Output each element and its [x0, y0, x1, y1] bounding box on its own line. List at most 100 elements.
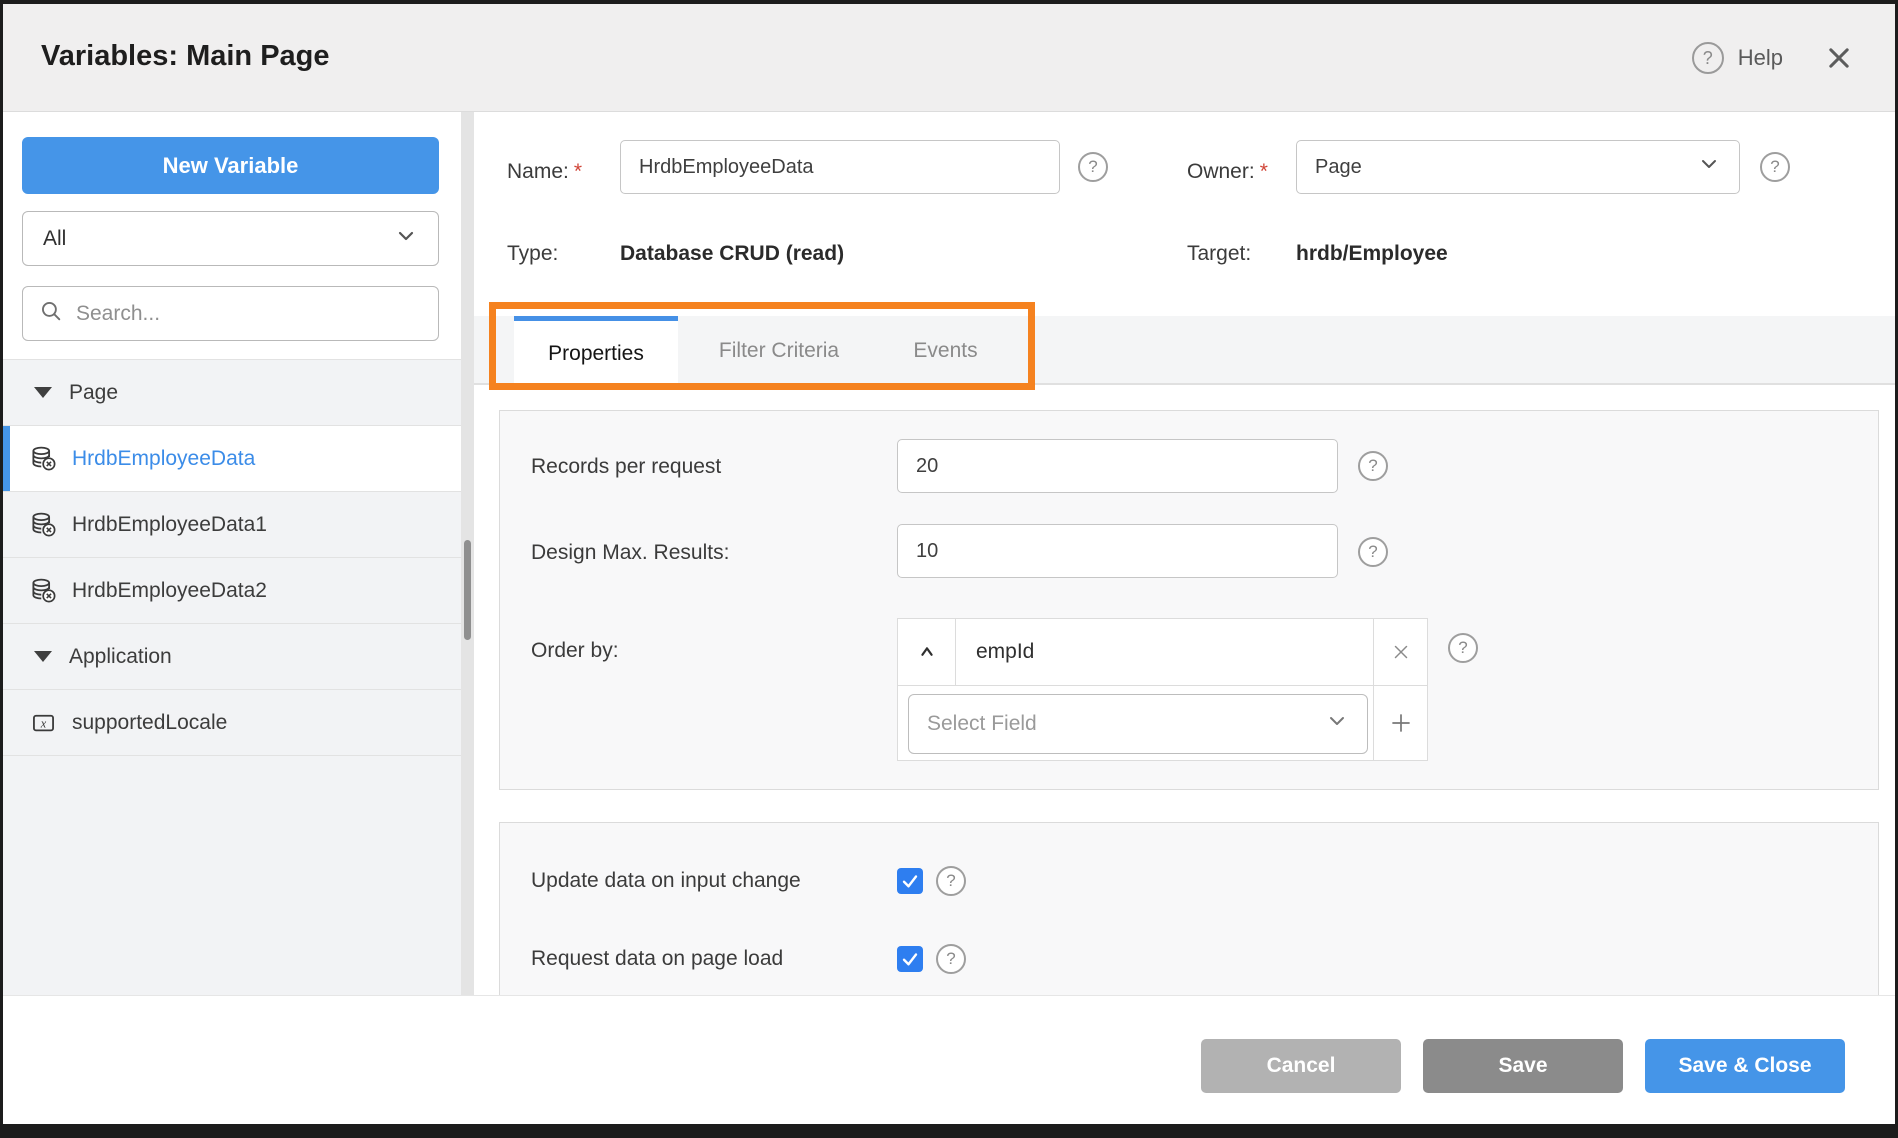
records-help-icon[interactable]: ?	[1358, 451, 1388, 481]
owner-label: Owner:*	[1187, 160, 1268, 184]
design-max-results-label: Design Max. Results:	[531, 541, 729, 565]
sidebar-scrollbar[interactable]	[461, 112, 474, 995]
variable-detail-panel: Name:* ? Owner:* Page ? Type: Database C…	[474, 112, 1895, 995]
tab-events[interactable]: Events	[900, 316, 991, 385]
database-crud-variable-icon	[30, 445, 57, 472]
question-glyph: ?	[1770, 157, 1779, 177]
variables-sidebar: New Variable All Page	[3, 112, 461, 995]
target-label: Target:	[1187, 242, 1251, 266]
design-max-help-icon[interactable]: ?	[1358, 537, 1388, 567]
records-per-request-label: Records per request	[531, 455, 721, 479]
question-glyph: ?	[946, 871, 955, 891]
name-help-icon[interactable]: ?	[1078, 152, 1108, 182]
sort-direction-toggle[interactable]	[898, 619, 956, 685]
request-data-label: Request data on page load	[531, 947, 783, 971]
chevron-down-icon	[1697, 152, 1721, 182]
select-field-cell: Select Field	[898, 686, 1373, 760]
order-by-help-icon[interactable]: ?	[1448, 633, 1478, 663]
required-asterisk: *	[574, 160, 582, 183]
question-glyph: ?	[946, 949, 955, 969]
group-label: Application	[69, 645, 172, 669]
remove-icon	[1390, 641, 1412, 663]
variable-name: HrdbEmployeeData2	[72, 579, 267, 603]
variable-name: HrdbEmployeeData	[72, 447, 255, 471]
target-value: hrdb/Employee	[1296, 242, 1448, 266]
footer-actions: Cancel Save Save & Close	[1201, 1039, 1845, 1093]
select-field-placeholder: Select Field	[927, 712, 1037, 736]
tab-properties[interactable]: Properties	[514, 316, 678, 387]
order-by-selected-row: empId	[898, 619, 1427, 685]
variable-name: supportedLocale	[72, 711, 227, 735]
sidebar-group-application[interactable]: Application	[3, 624, 461, 690]
search-input[interactable]	[76, 302, 422, 326]
records-per-request-input[interactable]	[897, 439, 1338, 493]
help-label[interactable]: Help	[1738, 45, 1783, 71]
chevron-up-icon	[916, 641, 938, 663]
search-icon	[39, 299, 64, 329]
order-by-add-row: Select Field	[898, 685, 1427, 760]
sidebar-item-hrdbemployeedata[interactable]: HrdbEmployeeData	[3, 426, 461, 492]
sidebar-group-page[interactable]: Page	[3, 360, 461, 426]
sidebar-item-supportedlocale[interactable]: x supportedLocale	[3, 690, 461, 756]
order-by-label: Order by:	[531, 639, 619, 663]
behavior-panel: Update data on input change ? Request da…	[499, 822, 1879, 995]
name-input[interactable]	[620, 140, 1060, 194]
close-icon[interactable]	[1825, 44, 1853, 72]
type-value: Database CRUD (read)	[620, 242, 844, 266]
chevron-down-icon	[394, 224, 418, 254]
detail-tabs: Properties Filter Criteria Events	[474, 316, 1895, 385]
sidebar-item-hrdbemployeedata1[interactable]: HrdbEmployeeData1	[3, 492, 461, 558]
variable-search-box	[22, 286, 439, 341]
sidebar-item-hrdbemployeedata2[interactable]: HrdbEmployeeData2	[3, 558, 461, 624]
cancel-button[interactable]: Cancel	[1201, 1039, 1401, 1093]
owner-select[interactable]: Page	[1296, 140, 1740, 194]
dialog-header: Variables: Main Page ? Help	[3, 4, 1895, 112]
selection-indicator	[3, 426, 10, 491]
update-data-label: Update data on input change	[531, 869, 801, 893]
type-label: Type:	[507, 242, 558, 266]
variables-dialog: Variables: Main Page ? Help New Variable…	[3, 4, 1895, 1124]
check-icon	[901, 950, 919, 968]
request-data-checkbox[interactable]	[897, 946, 923, 972]
request-data-help-icon[interactable]: ?	[936, 944, 966, 974]
required-asterisk: *	[1260, 160, 1268, 183]
variable-list: Page	[3, 359, 461, 995]
remove-order-field-button[interactable]	[1373, 619, 1427, 685]
caret-down-icon	[34, 651, 52, 662]
database-crud-variable-icon	[30, 577, 57, 604]
owner-help-icon[interactable]: ?	[1760, 152, 1790, 182]
update-data-help-icon[interactable]: ?	[936, 866, 966, 896]
list-empty-space	[3, 756, 461, 988]
question-glyph: ?	[1088, 157, 1097, 177]
question-glyph: ?	[1368, 542, 1377, 562]
order-by-widget: empId Select Field	[897, 618, 1428, 761]
group-label: Page	[69, 381, 118, 405]
save-button[interactable]: Save	[1423, 1039, 1623, 1093]
update-data-checkbox[interactable]	[897, 868, 923, 894]
order-by-field[interactable]: empId	[956, 619, 1373, 685]
header-actions: ? Help	[1692, 42, 1853, 74]
check-icon	[901, 872, 919, 890]
caret-down-icon	[34, 387, 52, 398]
tab-filter-criteria[interactable]: Filter Criteria	[706, 316, 852, 385]
question-glyph: ?	[1368, 456, 1377, 476]
variable-type-filter-select[interactable]: All	[22, 211, 439, 266]
page-title: Variables: Main Page	[41, 40, 330, 73]
scrollbar-thumb[interactable]	[464, 540, 471, 640]
database-crud-variable-icon	[30, 511, 57, 538]
select-field-dropdown[interactable]: Select Field	[908, 694, 1368, 754]
plus-icon	[1389, 711, 1413, 735]
model-variable-icon: x	[30, 709, 57, 736]
owner-value: Page	[1315, 156, 1362, 179]
dialog-footer: Cancel Save Save & Close	[3, 995, 1895, 1124]
variable-type-filter-value: All	[43, 227, 66, 251]
screenshot-frame: Variables: Main Page ? Help New Variable…	[0, 0, 1898, 1138]
help-icon[interactable]: ?	[1692, 42, 1724, 74]
add-order-field-button[interactable]	[1373, 686, 1427, 760]
design-max-results-input[interactable]	[897, 524, 1338, 578]
save-and-close-button[interactable]: Save & Close	[1645, 1039, 1845, 1093]
question-glyph: ?	[1458, 638, 1467, 658]
new-variable-button[interactable]: New Variable	[22, 137, 439, 194]
name-label: Name:*	[507, 160, 582, 184]
chevron-down-icon	[1325, 709, 1349, 739]
